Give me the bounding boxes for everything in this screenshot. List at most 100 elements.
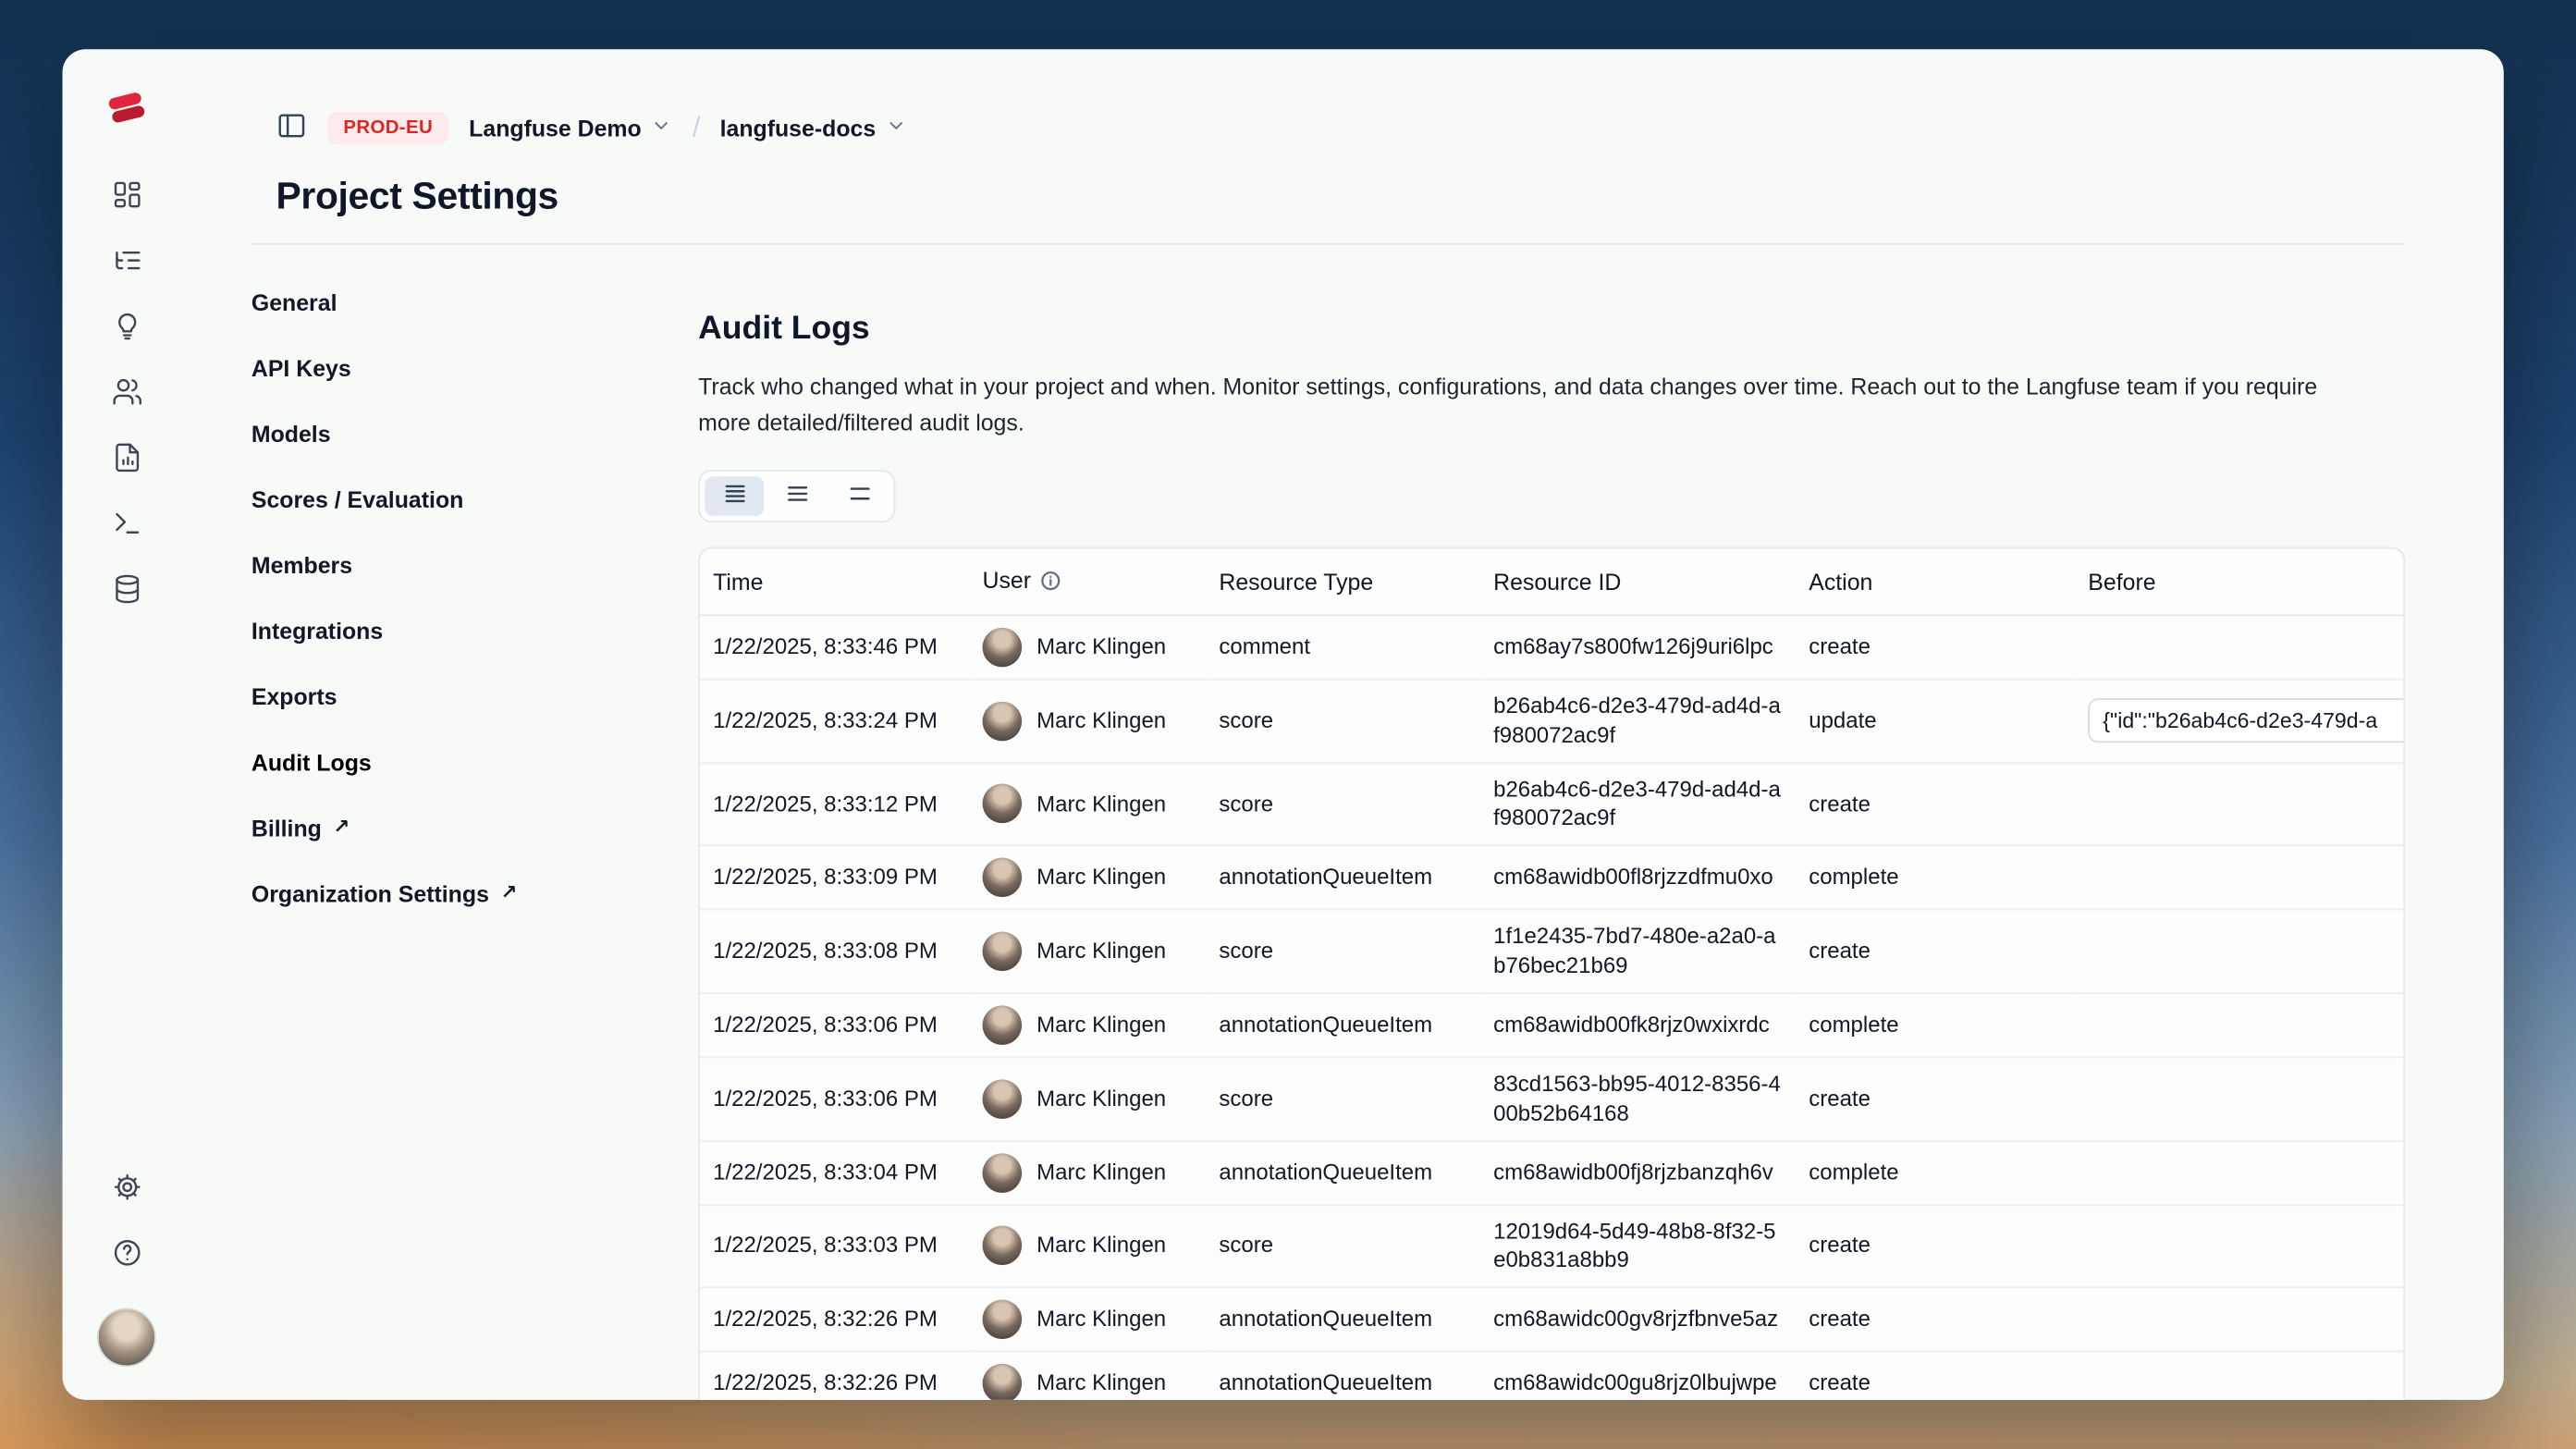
panel-left-icon: [276, 110, 308, 146]
settings-nav-item[interactable]: Billing ↗: [251, 795, 698, 861]
sidebar-toggle-button[interactable]: [276, 110, 308, 146]
user-avatar: [983, 858, 1023, 898]
cell-resource-id: cm68awidb00fj8rjzbanzqh6v: [1480, 1141, 1796, 1205]
sidebar-evaluation-button[interactable]: [93, 427, 159, 493]
cell-action: update: [1796, 681, 2075, 764]
col-user-label: User: [983, 567, 1032, 593]
user-avatar: [983, 1005, 1023, 1045]
sidebar-dashboard-button[interactable]: [93, 165, 159, 230]
settings-nav-label: Integrations: [251, 618, 383, 644]
cell-user: Marc Klingen: [969, 1058, 1206, 1141]
cell-user: Marc Klingen: [969, 681, 1206, 764]
user-name: Marc Klingen: [1037, 1084, 1166, 1113]
cell-user: Marc Klingen: [969, 1288, 1206, 1352]
user-name: Marc Klingen: [1037, 1011, 1166, 1040]
settings-nav-item[interactable]: Integrations ↗: [251, 598, 698, 664]
table-row[interactable]: 1/22/2025, 8:33:06 PM Marc Klingen score: [700, 1058, 2404, 1141]
cell-resource-id: cm68awidc00gu8rjz0lbujwpe: [1480, 1353, 1796, 1400]
user-avatar: [983, 1364, 1023, 1400]
row-height-small-button[interactable]: [705, 476, 764, 516]
project-selector[interactable]: langfuse-docs: [720, 115, 907, 141]
help-button[interactable]: [93, 1222, 159, 1288]
table-row[interactable]: 1/22/2025, 8:33:08 PM Marc Klingen score: [700, 911, 2404, 994]
cell-action: create: [1796, 1353, 2075, 1400]
user-avatar: [983, 1226, 1023, 1266]
cell-resource-type: annotationQueueItem: [1206, 1288, 1480, 1352]
table-row[interactable]: 1/22/2025, 8:33:46 PM Marc Klingen comme…: [700, 616, 2404, 680]
cell-before: [2075, 616, 2403, 680]
settings-nav-item[interactable]: Audit Logs ↗: [251, 730, 698, 795]
settings-nav-label: Billing: [251, 815, 322, 841]
table-row[interactable]: 1/22/2025, 8:33:12 PM Marc Klingen score: [700, 764, 2404, 847]
cell-time: 1/22/2025, 8:32:26 PM: [700, 1353, 969, 1400]
database-icon: [111, 573, 142, 609]
settings-nav-label: Scores / Evaluation: [251, 486, 464, 512]
audit-table-wrap: Time User Resource Type Resource ID Acti…: [698, 547, 2405, 1400]
info-icon[interactable]: [1039, 571, 1061, 596]
before-value-box[interactable]: {"id":"b26ab4c6-d2e3-479d-a: [2088, 699, 2403, 743]
gear-icon: [111, 1172, 142, 1208]
sidebar-tracing-button[interactable]: [93, 230, 159, 296]
sidebar-datasets-button[interactable]: [93, 559, 159, 624]
table-header-row: Time User Resource Type Resource ID Acti…: [700, 548, 2404, 616]
settings-nav-item[interactable]: General ↗: [251, 269, 698, 335]
sidebar-playground-button[interactable]: [93, 493, 159, 559]
settings-button[interactable]: [93, 1157, 159, 1222]
cell-resource-id: 1f1e2435-7bd7-480e-a2a0-ab76bec21b69: [1480, 911, 1796, 994]
row-height-large-button[interactable]: [829, 476, 889, 516]
cell-time: 1/22/2025, 8:33:03 PM: [700, 1205, 969, 1288]
settings-nav-item[interactable]: Members ↗: [251, 533, 698, 598]
cell-user: Marc Klingen: [969, 1141, 1206, 1205]
table-row[interactable]: 1/22/2025, 8:32:26 PM Marc Klingen annot…: [700, 1353, 2404, 1400]
sidebar-users-button[interactable]: [93, 362, 159, 427]
settings-nav-item[interactable]: Models ↗: [251, 401, 698, 467]
col-user: User: [969, 548, 1206, 616]
organization-selector[interactable]: Langfuse Demo: [469, 115, 672, 141]
table-row[interactable]: 1/22/2025, 8:33:06 PM Marc Klingen annot…: [700, 994, 2404, 1058]
sidebar-prompts-button[interactable]: [93, 296, 159, 362]
col-resource-type: Resource Type: [1206, 548, 1480, 616]
user-name: Marc Klingen: [1037, 937, 1166, 966]
cell-resource-type: comment: [1206, 616, 1480, 680]
cell-user: Marc Klingen: [969, 616, 1206, 680]
user-avatar: [983, 701, 1023, 741]
cell-before: {"id":"b26ab4c6-d2e3-479d-a: [2075, 681, 2403, 764]
settings-nav-item[interactable]: Scores / Evaluation ↗: [251, 467, 698, 533]
settings-nav-item[interactable]: API Keys ↗: [251, 335, 698, 400]
cell-resource-id: cm68awidb00fk8rjz0wxixrdc: [1480, 994, 1796, 1058]
rows-medium-icon: [784, 482, 809, 511]
lightbulb-icon: [111, 311, 142, 347]
external-link-icon: ↗: [500, 880, 517, 903]
cell-resource-id: cm68awidb00fl8rjzzdfmu0xo: [1480, 846, 1796, 910]
table-row[interactable]: 1/22/2025, 8:33:24 PM Marc Klingen score: [700, 681, 2404, 764]
cell-time: 1/22/2025, 8:33:08 PM: [700, 911, 969, 994]
users-icon: [111, 376, 142, 412]
table-row[interactable]: 1/22/2025, 8:33:09 PM Marc Klingen annot…: [700, 846, 2404, 910]
cell-user: Marc Klingen: [969, 1205, 1206, 1288]
settings-nav-item[interactable]: Organization Settings ↗: [251, 861, 698, 927]
current-user-avatar[interactable]: [97, 1308, 156, 1367]
langfuse-logo: [106, 91, 146, 127]
cell-time: 1/22/2025, 8:33:06 PM: [700, 1058, 969, 1141]
table-row[interactable]: 1/22/2025, 8:33:03 PM Marc Klingen score: [700, 1205, 2404, 1288]
cell-action: complete: [1796, 1141, 2075, 1205]
table-row[interactable]: 1/22/2025, 8:32:26 PM Marc Klingen annot…: [700, 1288, 2404, 1352]
cell-before: [2075, 1058, 2403, 1141]
settings-nav-label: Organization Settings: [251, 880, 489, 906]
cell-action: create: [1796, 1205, 2075, 1288]
user-name: Marc Klingen: [1037, 863, 1166, 892]
table-row[interactable]: 1/22/2025, 8:33:04 PM Marc Klingen annot…: [700, 1141, 2404, 1205]
cell-resource-type: score: [1206, 911, 1480, 994]
user-name: Marc Klingen: [1037, 632, 1166, 662]
cell-time: 1/22/2025, 8:33:09 PM: [700, 846, 969, 910]
user-name: Marc Klingen: [1037, 1369, 1166, 1398]
cell-time: 1/22/2025, 8:33:24 PM: [700, 681, 969, 764]
row-height-medium-button[interactable]: [767, 476, 827, 516]
environment-badge: PROD-EU: [327, 112, 449, 145]
settings-nav-label: Audit Logs: [251, 749, 372, 775]
cell-resource-type: annotationQueueItem: [1206, 1353, 1480, 1400]
cell-action: create: [1796, 764, 2075, 847]
col-resource-id: Resource ID: [1480, 548, 1796, 616]
sidebar-bottom: [93, 1157, 159, 1367]
settings-nav-item[interactable]: Exports ↗: [251, 664, 698, 730]
